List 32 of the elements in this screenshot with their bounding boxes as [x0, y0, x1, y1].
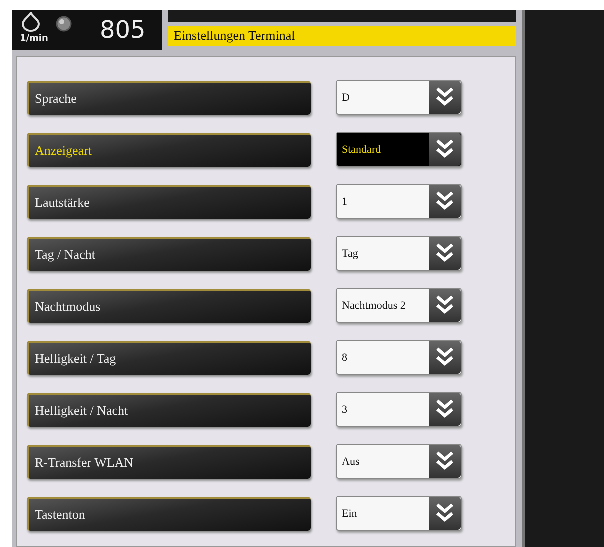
dropdown[interactable]: 8: [336, 340, 462, 375]
setting-label-button[interactable]: Nachtmodus: [27, 288, 311, 322]
setting-label-button[interactable]: R-Transfer WLAN: [27, 444, 311, 478]
chevron-down-icon: [429, 81, 461, 114]
chevron-down-icon: [429, 289, 461, 322]
chevron-down-icon: [429, 445, 461, 478]
chevron-down-icon: [429, 185, 461, 218]
indicator-light-icon: [56, 16, 72, 32]
chevron-down-icon: [429, 133, 461, 166]
dropdown[interactable]: Standard: [336, 132, 462, 167]
speed-unit: 1/min: [20, 34, 48, 44]
setting-label-button[interactable]: Tastenton: [27, 496, 311, 530]
chevron-down-icon: [429, 341, 461, 374]
dropdown[interactable]: Aus: [336, 444, 462, 479]
dropdown[interactable]: Ein: [336, 496, 462, 531]
dropdown[interactable]: Tag: [336, 236, 462, 271]
setting-label-button[interactable]: Sprache: [27, 80, 311, 114]
speed-value: 805: [100, 16, 146, 44]
dropdown[interactable]: 3: [336, 392, 462, 427]
setting-label-button[interactable]: Tag / Nacht: [27, 236, 311, 270]
chevron-down-icon: [429, 237, 461, 270]
setting-label-button[interactable]: Helligkeit / Tag: [27, 340, 311, 374]
setting-label-button[interactable]: Anzeigeart: [27, 132, 311, 166]
dropdown[interactable]: 1: [336, 184, 462, 219]
screen-title: Einstellungen Terminal: [168, 26, 516, 46]
dropdown[interactable]: D: [336, 80, 462, 115]
dropdown[interactable]: Nachtmodus 2: [336, 288, 462, 323]
chevron-down-icon: [429, 393, 461, 426]
drop-icon: [20, 12, 42, 32]
setting-label-button[interactable]: Lautstärke: [27, 184, 311, 218]
setting-label-button[interactable]: Helligkeit / Nacht: [27, 392, 311, 426]
chevron-down-icon: [429, 497, 461, 530]
